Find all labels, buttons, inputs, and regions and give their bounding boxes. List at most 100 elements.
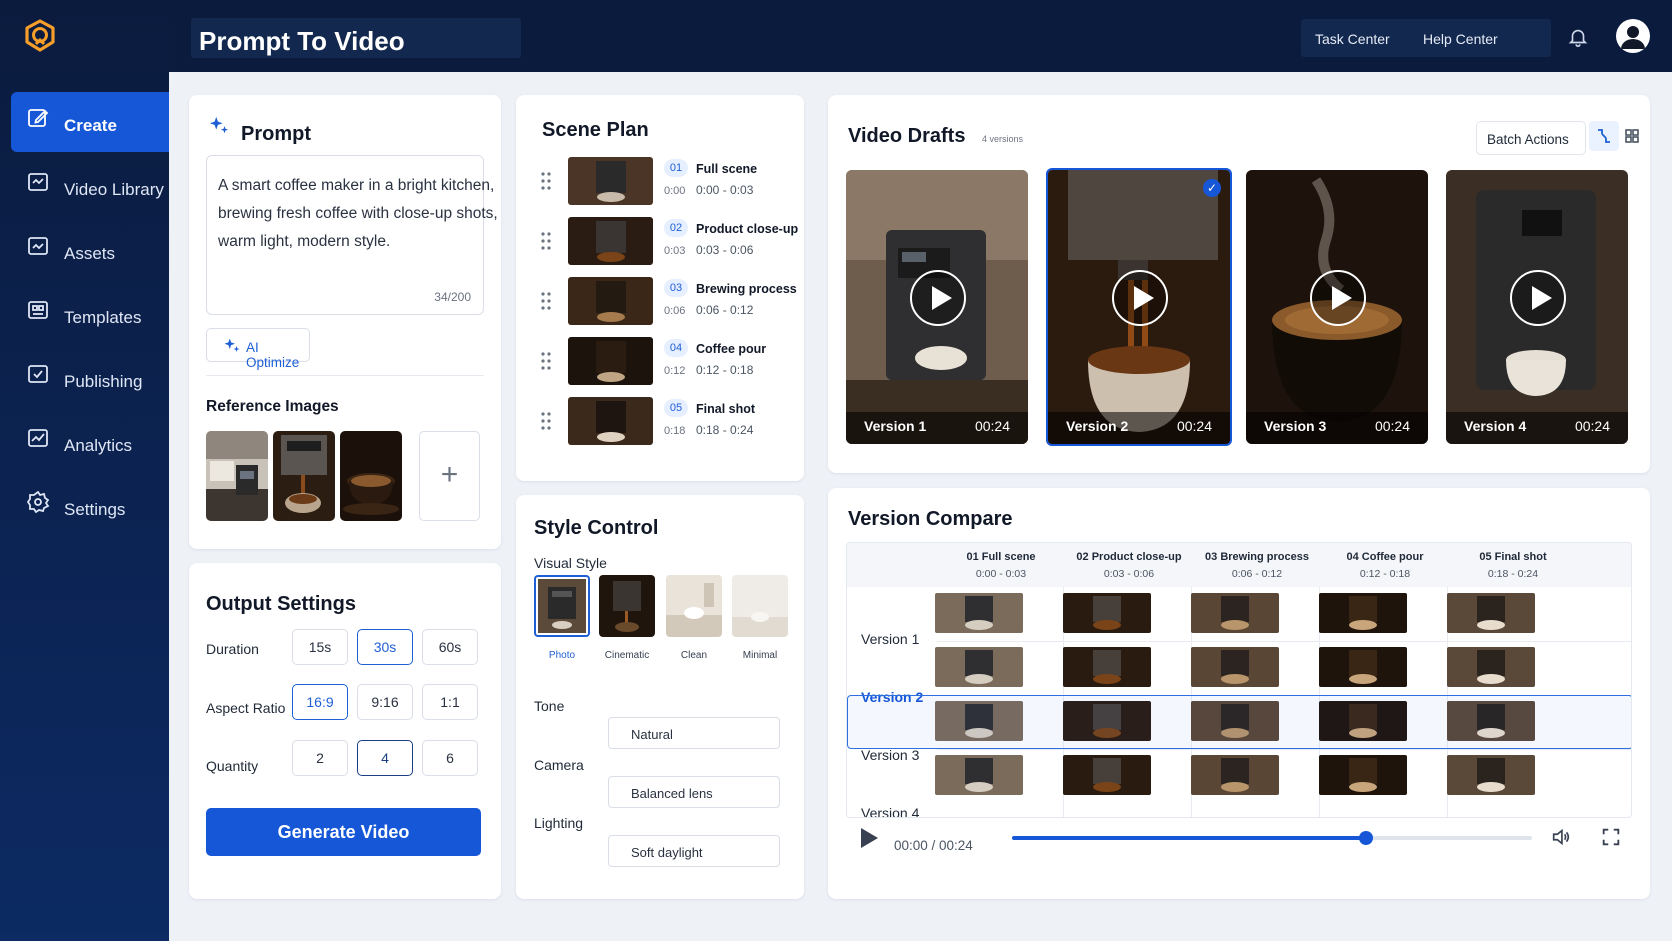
add-reference-button[interactable]: + [419,431,480,521]
visual-style-minimal[interactable] [732,575,788,637]
visual-style-photo[interactable] [534,575,590,637]
ai-optimize-button[interactable]: AI Optimize [206,328,310,370]
playback-handle[interactable] [1358,831,1373,845]
compare-row-label[interactable]: Version 4 [861,805,919,817]
drag-handle-icon[interactable] [540,291,552,311]
scene-item[interactable]: 02 0:03 Product close-up 0:03 - 0:06 [540,215,798,267]
compare-cell-thumbnail[interactable] [1063,647,1151,687]
drag-handle-icon[interactable] [540,411,552,431]
sidebar-item-publishing[interactable]: Publishing [0,348,169,412]
compare-cell-thumbnail[interactable] [1063,593,1151,633]
play-icon[interactable] [1112,270,1168,326]
playback-progress-bar[interactable] [1012,831,1532,845]
compare-cell-thumbnail[interactable] [1063,755,1151,795]
compare-cell-thumbnail[interactable] [1447,755,1535,795]
prompt-title: Prompt [241,123,311,145]
compare-cell-thumbnail[interactable] [1191,593,1279,633]
compare-row-label[interactable]: Version 1 [861,631,919,647]
scene-thumbnail[interactable] [568,157,653,205]
camera-select[interactable]: Balanced lens [608,776,780,808]
aspect-16-9[interactable]: 16:9 [292,684,348,720]
visual-style-label: Visual Style [534,555,607,571]
compare-cell-thumbnail[interactable] [935,647,1023,687]
reference-image-cup[interactable] [340,431,402,521]
scene-item[interactable]: 05 0:18 Final shot 0:18 - 0:24 [540,395,790,447]
link-view-icon[interactable] [1589,121,1619,151]
duration-60s[interactable]: 60s [422,629,478,665]
play-button[interactable] [861,828,878,848]
quantity-2[interactable]: 2 [292,740,348,776]
drag-handle-icon[interactable] [540,171,552,191]
duration-15s[interactable]: 15s [292,629,348,665]
compare-cell-thumbnail[interactable] [1447,593,1535,633]
sidebar-item-settings[interactable]: Settings [0,476,169,540]
draft-version-1[interactable]: Version 1 00:24 [846,170,1028,444]
draft-version-duration: 00:24 [974,418,1010,434]
compare-cell-thumbnail[interactable] [1191,647,1279,687]
duration-30s[interactable]: 30s [357,629,413,665]
quantity-6[interactable]: 6 [422,740,478,776]
sidebar-item-create[interactable]: Create [0,92,169,156]
visual-style-cinematic[interactable] [599,575,655,637]
play-icon[interactable] [1310,270,1366,326]
aspect-ratio-label: Aspect Ratio [206,700,286,716]
sidebar-item-analytics[interactable]: Analytics [0,412,169,476]
help-center-link[interactable]: Help Center [1423,31,1498,47]
lighting-select[interactable]: Soft daylight [608,835,780,867]
scene-item[interactable]: 01 0:00 Full scene 0:00 - 0:03 [540,155,790,207]
draft-version-4[interactable]: Version 4 00:24 [1446,170,1628,444]
analytics-icon [26,426,50,450]
reference-image-kitchen[interactable] [206,431,268,521]
task-center-link[interactable]: Task Center [1315,31,1390,47]
scene-number: 01 [664,159,688,177]
visual-style-clean[interactable] [666,575,722,637]
quantity-4[interactable]: 4 [357,740,413,776]
drag-handle-icon[interactable] [540,231,552,251]
scene-number: 02 [664,219,688,237]
play-icon[interactable] [1510,270,1566,326]
reference-image-machine[interactable] [273,431,335,521]
compare-cell-thumbnail[interactable] [935,593,1023,633]
sidebar-item-label: Settings [64,500,126,519]
batch-actions-button[interactable]: Batch Actions [1476,121,1586,155]
compare-cell-thumbnail[interactable] [1319,647,1407,687]
drag-handle-icon[interactable] [540,351,552,371]
bell-icon[interactable] [1567,26,1589,48]
scene-thumbnail[interactable] [568,397,653,445]
tone-select[interactable]: Natural [608,717,780,749]
duration-label: Duration [206,641,259,657]
scene-item[interactable]: 03 0:06 Brewing process 0:06 - 0:12 [540,275,797,327]
sidebar-item-templates[interactable]: Templates [0,284,169,348]
compare-cell-thumbnail[interactable] [1191,755,1279,795]
prompt-textarea[interactable]: A smart coffee maker in a bright kitchen… [206,155,498,315]
compare-column-header: 05 Final shot 0:18 - 0:24 [1449,551,1577,580]
compare-cell-thumbnail[interactable] [1319,593,1407,633]
compare-cell-thumbnail[interactable] [1447,647,1535,687]
scene-thumbnail[interactable] [568,337,653,385]
camera-label: Camera [534,757,584,773]
sidebar-item-video-library[interactable]: Video Library [0,156,169,220]
draft-version-name: Version 2 [1066,418,1129,434]
scene-item[interactable]: 04 0:12 Coffee pour 0:12 - 0:18 [540,335,790,387]
templates-icon [26,298,50,322]
volume-icon[interactable] [1550,826,1572,848]
scene-name: Coffee pour [696,342,767,356]
fullscreen-icon[interactable] [1600,826,1622,848]
version-compare-card: Version Compare 01 Full scene 0:00 - 0:03… [828,488,1650,899]
draft-version-2[interactable]: ✓ Version 2 00:24 [1046,168,1232,446]
compare-cell-thumbnail[interactable] [1319,755,1407,795]
avatar[interactable] [1616,19,1650,53]
sidebar-item-assets[interactable]: Assets [0,220,169,284]
scene-thumbnail[interactable] [568,277,653,325]
grid-view-icon[interactable] [1617,121,1647,151]
aspect-1-1[interactable]: 1:1 [422,684,478,720]
generate-video-button[interactable]: Generate Video [206,808,481,856]
scene-thumbnail[interactable] [568,217,653,265]
app-logo-icon[interactable] [22,18,58,54]
compare-row-label[interactable]: Version 3 [861,747,919,763]
draft-version-3[interactable]: Version 3 00:24 [1246,170,1428,444]
compare-cell-thumbnail[interactable] [935,755,1023,795]
page-title-box: Prompt To Video [191,18,521,58]
play-icon[interactable] [910,270,966,326]
aspect-9-16[interactable]: 9:16 [357,684,413,720]
